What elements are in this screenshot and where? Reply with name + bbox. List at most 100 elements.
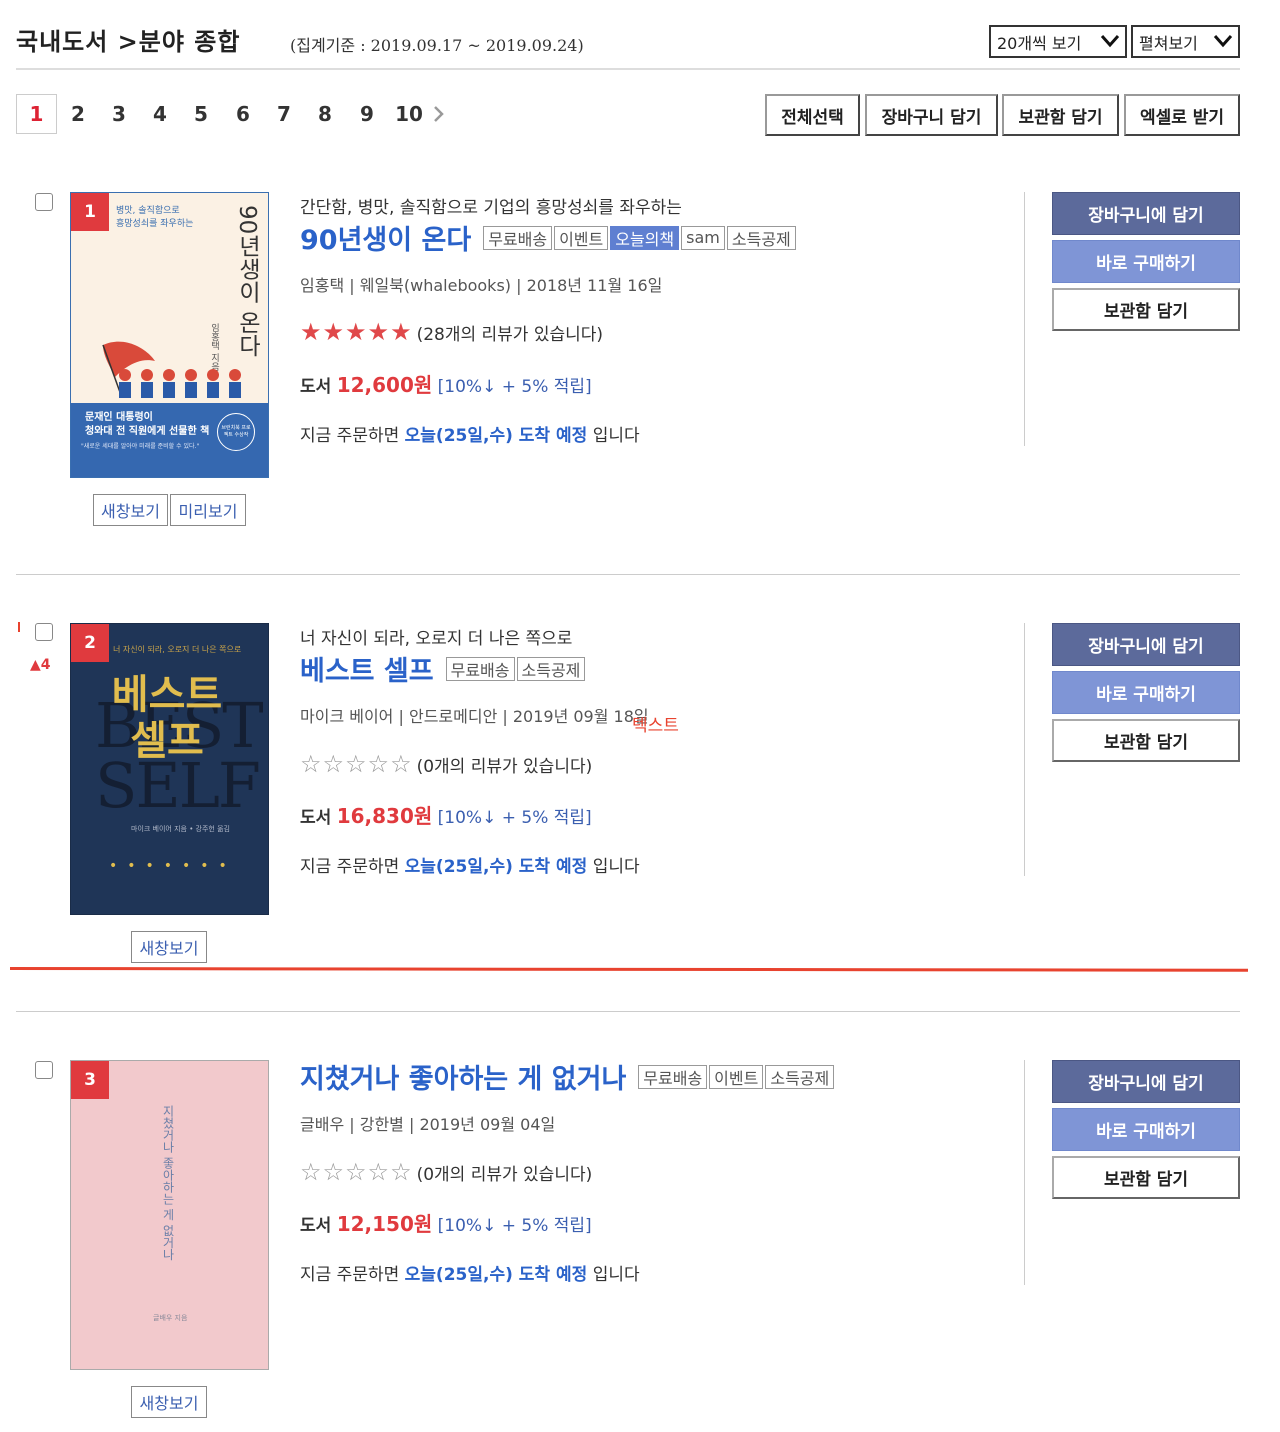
add-to-cart-button[interactable]: 장바구니에 담기 [1052, 1060, 1240, 1103]
chevron-down-icon [1100, 35, 1120, 48]
page-link-9[interactable]: 9 [355, 94, 379, 134]
tag-list: 무료배송 소득공제 [445, 656, 586, 681]
cover-band-line-1: 문재인 대통령이 [85, 412, 153, 423]
star-rating-icon: ☆☆☆☆☆ [300, 750, 413, 778]
price-row: 도서 12,600원 [10%↓ + 5% 적립] [300, 369, 592, 398]
page-link-4[interactable]: 4 [148, 94, 172, 134]
price-label: 도서 [300, 808, 332, 828]
tag-tax-deduction[interactable]: 소득공제 [726, 225, 796, 250]
page-link-6[interactable]: 6 [231, 94, 255, 134]
page-link-1[interactable]: 1 [16, 94, 57, 134]
title-row: 90년생이 온다 무료배송 이벤트 오늘의책 sam 소득공제 [300, 218, 796, 257]
page-link-7[interactable]: 7 [272, 94, 296, 134]
book-meta: 임홍택 | 웨일북(whalebooks) | 2018년 11월 16일 [300, 276, 663, 295]
delivery-info: 지금 주문하면 오늘(25일,수) 도착 예정 입니다 [300, 421, 640, 446]
add-to-wishlist-button[interactable]: 보관함 담기 [1052, 288, 1240, 331]
add-to-cart-button[interactable]: 장바구니에 담기 [1052, 623, 1240, 666]
tag-free-shipping[interactable]: 무료배송 [445, 656, 515, 681]
discount: [10%↓ + 5% 적립] [437, 1216, 592, 1236]
header-divider [16, 68, 1240, 70]
page-link-2[interactable]: 2 [66, 94, 90, 134]
delivery-date: 오늘(25일,수) 도착 예정 [404, 1265, 588, 1285]
review-count[interactable]: (0개의 리뷰가 있습니다) [417, 752, 593, 777]
book-cover[interactable]: 3 지쳤거나 좋아하는 게 없거나 글배우 지음 [70, 1060, 269, 1370]
buy-now-button[interactable]: 바로 구매하기 [1052, 1108, 1240, 1151]
star-rating-icon: ☆☆☆☆☆ [300, 1158, 413, 1186]
delivery-date: 오늘(25일,수) 도착 예정 [404, 426, 588, 446]
cover-tagline: 병맛, 솔직함으로 흥망성쇠를 좌우하는 [116, 205, 193, 231]
book-meta: 마이크 베이어 | 안드로메디안 | 2019년 09월 18일 [300, 707, 649, 726]
delivery-suffix: 입니다 [592, 857, 640, 877]
column-divider [1024, 1060, 1025, 1285]
item-checkbox[interactable] [35, 623, 53, 641]
item-checkbox[interactable] [35, 193, 53, 211]
add-to-cart-button[interactable]: 장바구니에 담기 [1052, 192, 1240, 235]
tag-free-shipping[interactable]: 무료배송 [638, 1064, 708, 1089]
cover-award-badge: 브런치북 프로젝트 수상작 [217, 413, 255, 451]
page-link-8[interactable]: 8 [313, 94, 337, 134]
item-checkbox[interactable] [35, 1061, 53, 1079]
page-link-5[interactable]: 5 [189, 94, 213, 134]
cover-korean-title-1: 베스트 [111, 672, 223, 718]
cover-korean-title-2: 셀프 [130, 718, 204, 764]
price-row: 도서 16,830원 [10%↓ + 5% 적립] [300, 800, 592, 829]
delivery-info: 지금 주문하면 오늘(25일,수) 도착 예정 입니다 [300, 852, 640, 877]
page-link-10[interactable]: 10 [394, 94, 424, 134]
delivery-prefix: 지금 주문하면 [300, 857, 400, 877]
price: 12,600원 [336, 373, 433, 397]
buy-now-button[interactable]: 바로 구매하기 [1052, 240, 1240, 283]
cover-dots: ••••••• [109, 858, 237, 874]
add-to-wishlist-button[interactable]: 보관함 담기 [1052, 1156, 1240, 1199]
view-mode-select[interactable]: 펼쳐보기 [1131, 25, 1240, 58]
tag-sam[interactable]: sam [681, 225, 725, 250]
tag-event[interactable]: 이벤트 [709, 1064, 764, 1089]
page-link-3[interactable]: 3 [107, 94, 131, 134]
book-title[interactable]: 베스트 셀프 [300, 649, 434, 688]
tag-free-shipping[interactable]: 무료배송 [483, 225, 553, 250]
select-all-button[interactable]: 전체선택 [765, 94, 860, 136]
tag-event[interactable]: 이벤트 [554, 225, 609, 250]
add-to-cart-button[interactable]: 장바구니 담기 [865, 94, 998, 136]
cover-illustration [102, 341, 241, 398]
annotation-text: 텍스트 [632, 716, 679, 736]
delivery-info: 지금 주문하면 오늘(25일,수) 도착 예정 입니다 [300, 1260, 640, 1285]
tag-list: 무료배송 이벤트 오늘의책 sam 소득공제 [483, 225, 796, 250]
chevron-right-icon[interactable] [432, 104, 446, 124]
add-to-wishlist-button[interactable]: 보관함 담기 [1002, 94, 1119, 136]
book-cover[interactable]: 1 병맛, 솔직함으로 흥망성쇠를 좌우하는 90년생이 온다 임홍택 지음 문… [70, 192, 269, 478]
tag-tax-deduction[interactable]: 소득공제 [516, 656, 586, 681]
cover-band: 문재인 대통령이 청와대 전 직원에게 선물한 책 "새로운 세대를 알아야 미… [71, 403, 268, 477]
rating-row: ☆☆☆☆☆ (0개의 리뷰가 있습니다) [300, 750, 592, 778]
excel-export-button[interactable]: 엑셀로 받기 [1124, 94, 1240, 136]
buy-now-button[interactable]: 바로 구매하기 [1052, 671, 1240, 714]
column-divider [1024, 623, 1025, 876]
per-page-select-value: 20개씩 보기 [997, 33, 1082, 53]
delivery-prefix: 지금 주문하면 [300, 1265, 400, 1285]
tag-list: 무료배송 이벤트 소득공제 [638, 1064, 835, 1089]
cover-tagline: 너 자신이 되라, 오로지 더 나은 쪽으로 [113, 645, 242, 654]
aggregation-period: (집계기준 : 2019.09.17 ~ 2019.09.24) [290, 36, 584, 55]
cover-korean-title: 베스트 셀프 [107, 672, 227, 764]
review-count[interactable]: (0개의 리뷰가 있습니다) [417, 1160, 593, 1185]
new-window-button[interactable]: 새창보기 [131, 931, 207, 963]
tag-tax-deduction[interactable]: 소득공제 [765, 1064, 835, 1089]
chevron-down-icon [1213, 35, 1233, 48]
preview-button[interactable]: 미리보기 [170, 494, 246, 526]
book-title[interactable]: 지쳤거나 좋아하는 게 없거나 [300, 1057, 626, 1096]
new-window-button[interactable]: 새창보기 [131, 1386, 207, 1418]
cover-band-text: 문재인 대통령이 청와대 전 직원에게 선물한 책 [85, 411, 209, 439]
review-count[interactable]: (28개의 리뷰가 있습니다) [417, 320, 603, 345]
rank-change: ▲4 [30, 657, 51, 673]
per-page-select[interactable]: 20개씩 보기 [989, 25, 1127, 58]
tag-today-book[interactable]: 오늘의책 [610, 225, 680, 250]
cover-title: 지쳤거나 좋아하는 게 없거나 [161, 1105, 175, 1261]
book-title[interactable]: 90년생이 온다 [300, 218, 471, 257]
rank-badge: 3 [71, 1061, 109, 1099]
rank-badge: 1 [71, 193, 109, 231]
cover-band-quote: "새로운 세대를 알아야 미래를 준비할 수 있다." [81, 443, 200, 450]
price-label: 도서 [300, 1216, 332, 1236]
new-window-button[interactable]: 새창보기 [93, 494, 168, 526]
book-subtitle: 간단함, 병맛, 솔직함으로 기업의 흥망성쇠를 좌우하는 [300, 198, 682, 218]
add-to-wishlist-button[interactable]: 보관함 담기 [1052, 719, 1240, 762]
book-cover[interactable]: 2 너 자신이 되라, 오로지 더 나은 쪽으로 BEST SELF 베스트 셀… [70, 623, 269, 915]
